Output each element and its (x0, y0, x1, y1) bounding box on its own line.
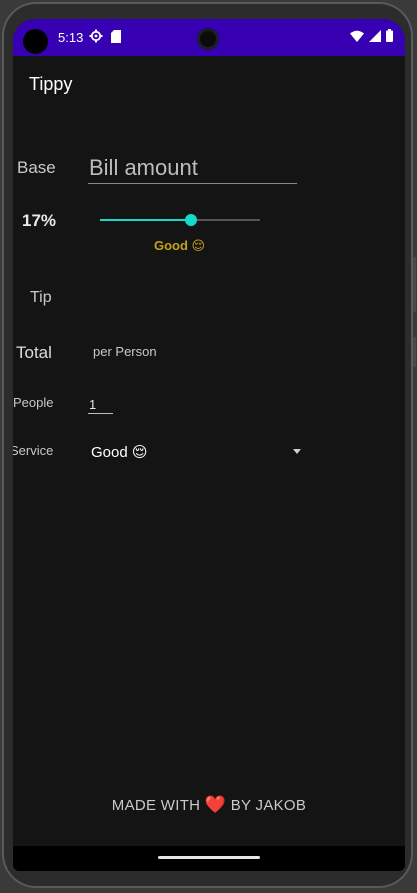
signal-icon (369, 29, 381, 47)
tip-slider-fill (100, 219, 191, 221)
sd-card-icon (111, 30, 121, 48)
power-button (413, 337, 416, 367)
tip-description: Good 😌 (154, 238, 206, 253)
tip-slider-thumb[interactable] (184, 214, 197, 226)
volume-button (413, 257, 416, 312)
app-title: Tippy (29, 74, 73, 94)
gear-icon (89, 29, 103, 48)
bill-amount-input[interactable] (88, 153, 297, 184)
status-bar: 5:13 (13, 19, 405, 56)
service-selected-value: Good 😌 (91, 444, 148, 461)
people-input[interactable] (88, 395, 113, 414)
footer-prefix: MADE WITH (111, 797, 201, 814)
footer-credit: MADE WITH ❤️ BY JAKOB (13, 795, 405, 815)
tip-slider[interactable] (100, 214, 260, 226)
service-label: Service (13, 443, 54, 458)
dropdown-arrow-icon (293, 449, 301, 454)
battery-icon (386, 29, 393, 47)
heart-icon: ❤️ (204, 795, 227, 814)
wifi-icon (350, 29, 364, 47)
front-camera-cutout (23, 29, 48, 54)
device-frame: 5:13 Tippy Base Bill amount 17% Good 😌 T… (2, 2, 416, 888)
status-time: 5:13 (58, 30, 84, 45)
people-label: People (13, 395, 54, 410)
tip-label: Tip (30, 289, 52, 306)
phone-screen: 5:13 Tippy Base Bill amount 17% Good 😌 T… (13, 19, 405, 871)
navigation-bar (13, 846, 405, 871)
per-person-label: per Person (93, 344, 157, 359)
tip-percent-label: 17% (22, 211, 57, 230)
total-label: Total (16, 343, 52, 362)
service-dropdown[interactable]: Good 😌 (91, 440, 301, 464)
footer-suffix: BY JAKOB (230, 797, 307, 814)
base-label: Base (17, 158, 56, 177)
center-camera-icon (197, 28, 219, 50)
status-icons (350, 29, 393, 47)
home-handle[interactable] (158, 856, 260, 859)
